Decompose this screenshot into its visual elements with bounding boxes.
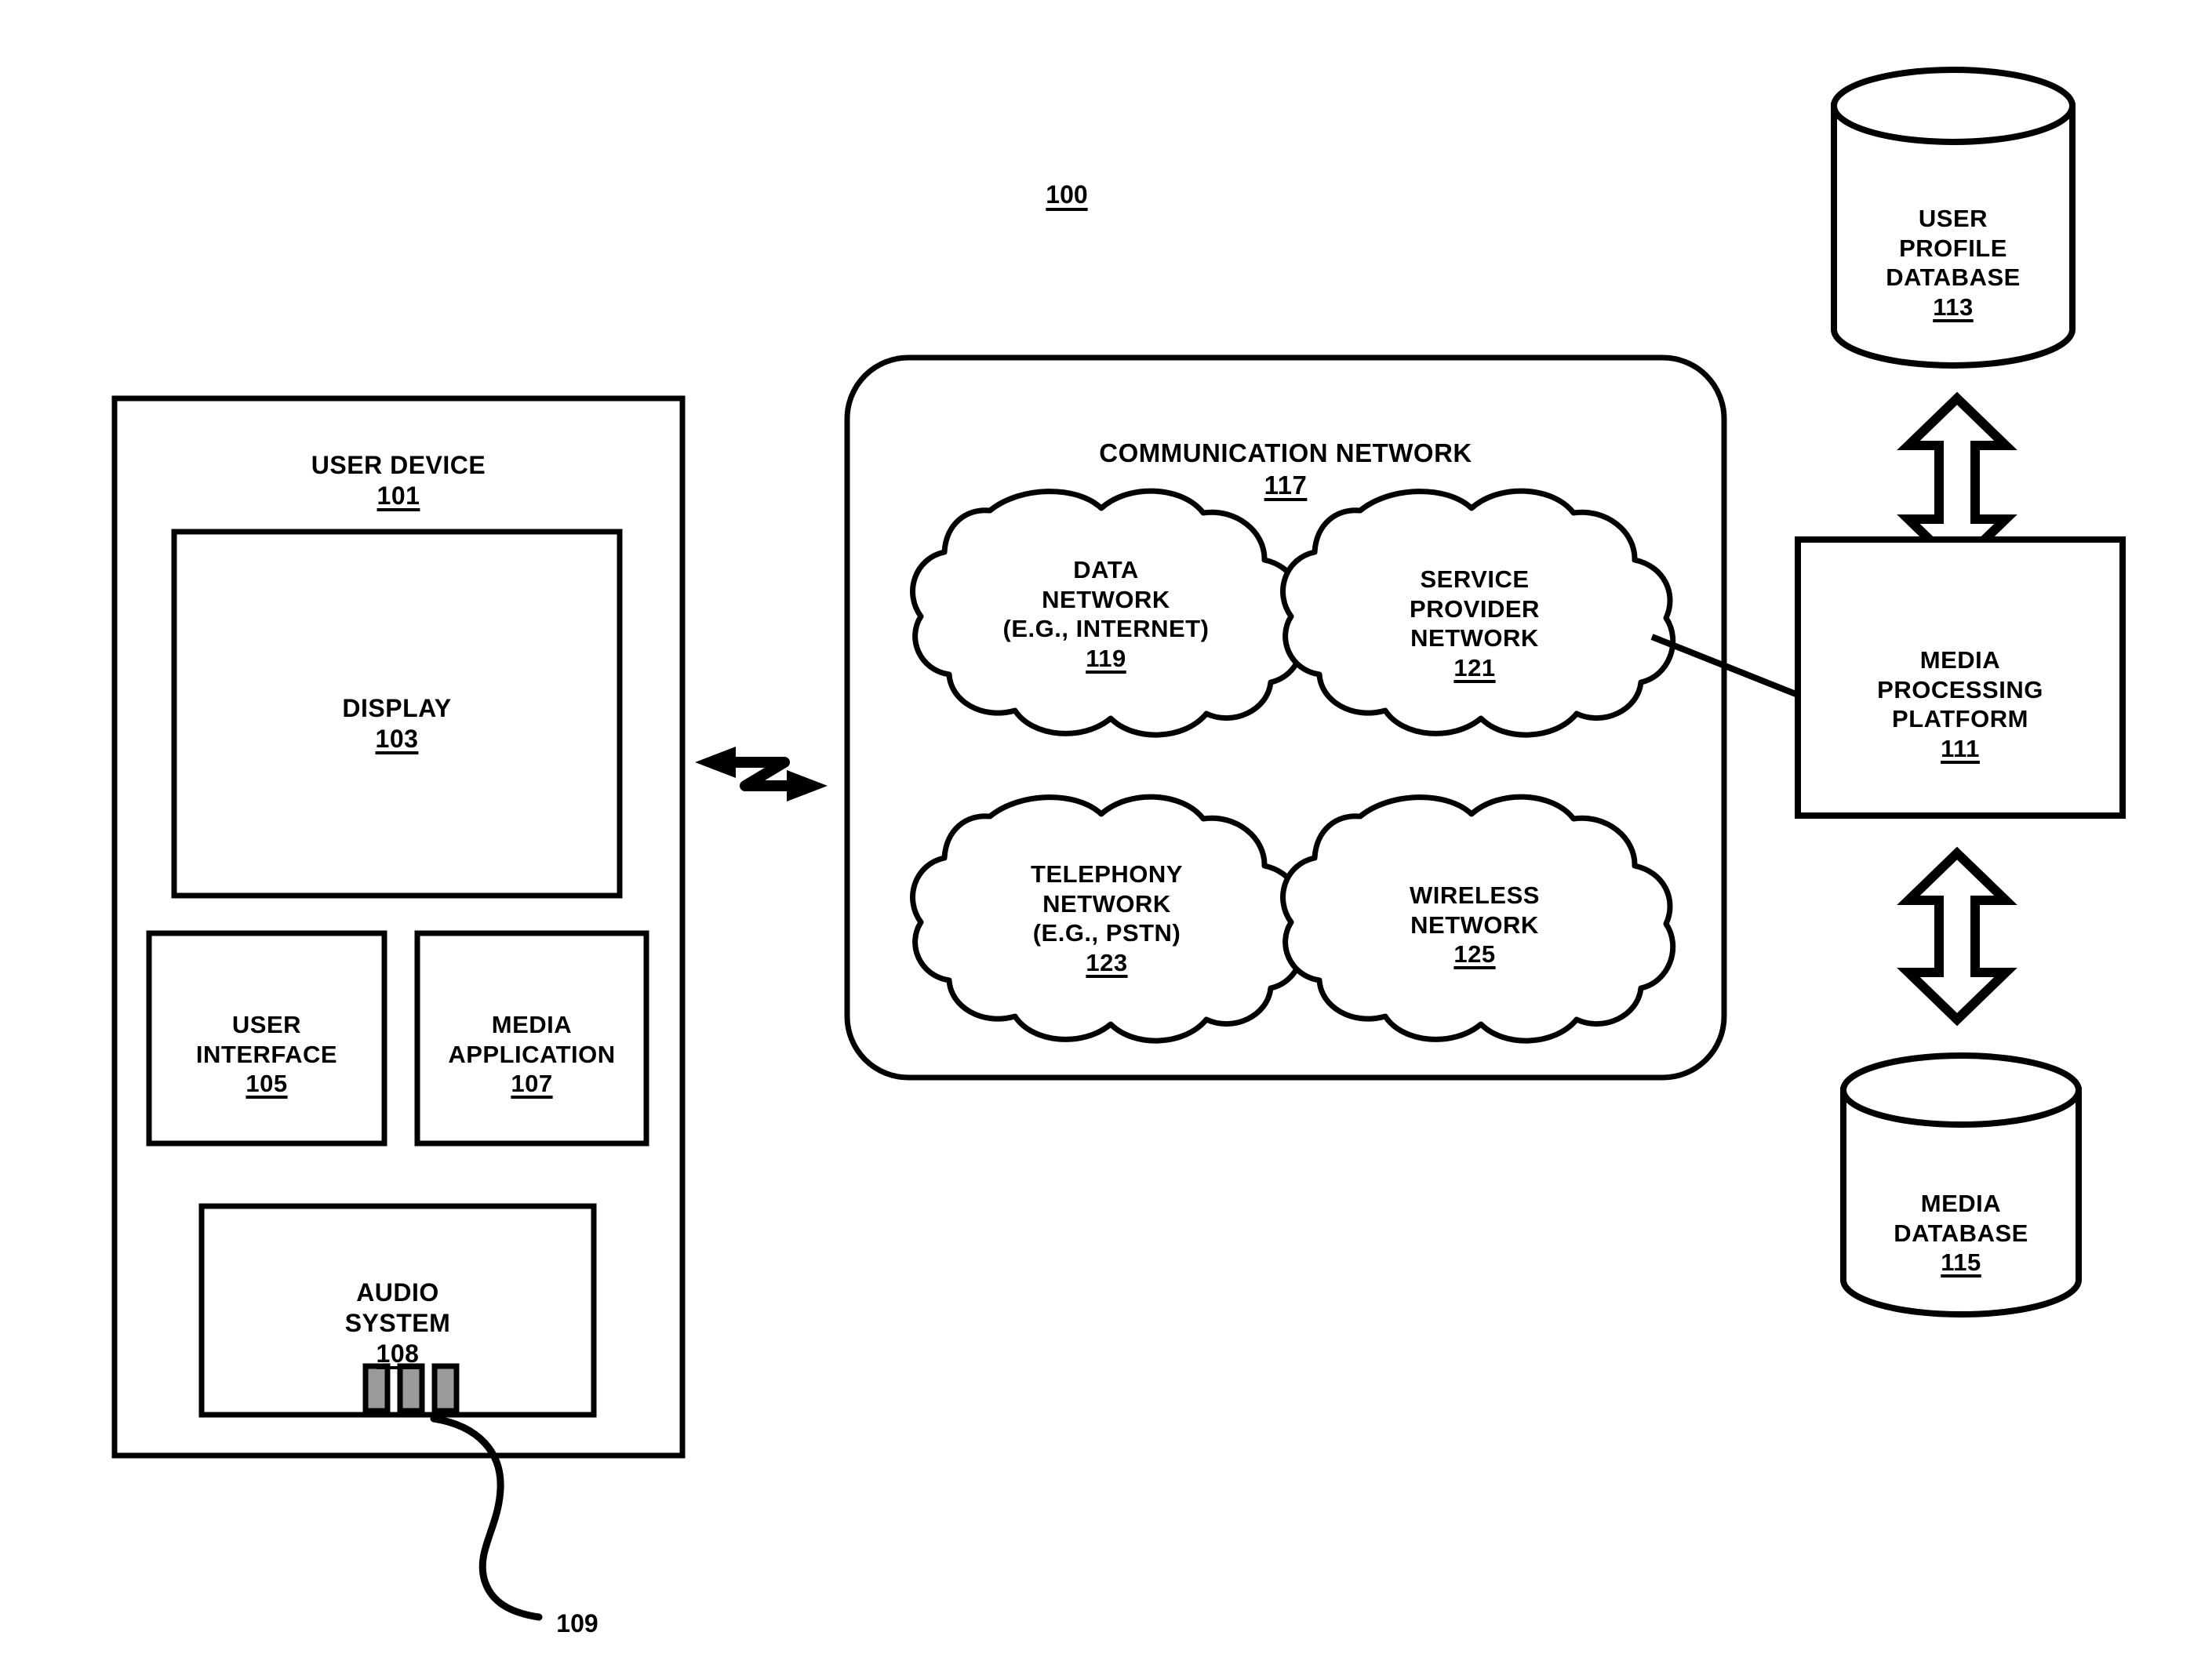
communication-network-title: COMMUNICATION NETWORK 117 <box>847 406 1724 532</box>
media-processing-platform-label: MEDIA PROCESSING PLATFORM 111 <box>1798 616 2123 794</box>
wireless-network-label: WIRELESS NETWORK 125 <box>1326 851 1624 999</box>
telephony-network-title-text: TELEPHONY NETWORK (E.G., PSTN) <box>1031 860 1183 947</box>
display-label: DISPLAY 103 <box>174 663 620 785</box>
figure-number: 100 <box>1046 180 1088 209</box>
service-provider-to-platform-link <box>1650 634 1799 698</box>
patent-figure-canvas: 100 USER DEVICE 101 DISPLAY 103 USER INT… <box>0 0 2212 1661</box>
audio-system-title-text: AUDIO SYSTEM <box>344 1278 451 1338</box>
user-interface-label: USER INTERFACE 105 <box>149 980 384 1129</box>
media-processing-platform-title-text: MEDIA PROCESSING PLATFORM <box>1877 645 2043 733</box>
user-device-title: USER DEVICE 101 <box>115 420 682 542</box>
media-database-number: 115 <box>1941 1248 1981 1277</box>
service-provider-network-label: SERVICE PROVIDER NETWORK 121 <box>1326 535 1624 713</box>
user-profile-database-label: USER PROFILE DATABASE 113 <box>1834 174 2072 352</box>
media-database-label: MEDIA DATABASE 115 <box>1843 1159 2079 1307</box>
communication-network-title-text: COMMUNICATION NETWORK <box>1099 438 1472 468</box>
bidirectional-link-arrow <box>695 747 828 801</box>
data-network-number: 119 <box>1086 645 1126 673</box>
speaker-callout-number: 109 <box>556 1609 598 1637</box>
db-to-platform-arrow-top <box>1897 391 2017 573</box>
platform-to-media-db-arrow <box>1897 846 2017 1027</box>
media-application-number: 107 <box>511 1070 553 1098</box>
user-profile-database-title-text: USER PROFILE DATABASE <box>1886 204 2021 292</box>
data-network-title-text: DATA NETWORK (E.G., INTERNET) <box>1002 555 1210 643</box>
audio-system-number: 108 <box>376 1339 420 1368</box>
audio-system-label: AUDIO SYSTEM 108 <box>202 1247 594 1400</box>
media-application-label: MEDIA APPLICATION 107 <box>414 980 649 1129</box>
speaker-callout-leader-line <box>430 1415 543 1621</box>
display-number: 103 <box>375 725 419 754</box>
wireless-network-number: 125 <box>1453 940 1496 969</box>
service-provider-network-title-text: SERVICE PROVIDER NETWORK <box>1410 565 1540 652</box>
telephony-network-label: TELEPHONY NETWORK (E.G., PSTN) 123 <box>945 830 1268 1008</box>
telephony-network-number: 123 <box>1086 949 1128 977</box>
user-interface-title-text: USER INTERFACE <box>195 1010 338 1068</box>
media-processing-platform-number: 111 <box>1941 735 1980 763</box>
user-interface-number: 105 <box>246 1070 288 1098</box>
communication-network-number: 117 <box>1264 470 1308 500</box>
user-device-number: 101 <box>377 482 420 511</box>
display-title-text: DISPLAY <box>342 694 452 723</box>
media-application-title-text: MEDIA APPLICATION <box>448 1010 616 1068</box>
data-network-label: DATA NETWORK (E.G., INTERNET) 119 <box>941 525 1271 703</box>
service-provider-network-number: 121 <box>1453 654 1496 682</box>
user-profile-database-number: 113 <box>1933 293 1974 322</box>
media-database-title-text: MEDIA DATABASE <box>1894 1189 2028 1247</box>
wireless-network-title-text: WIRELESS NETWORK <box>1410 881 1540 939</box>
user-device-title-text: USER DEVICE <box>311 451 486 480</box>
